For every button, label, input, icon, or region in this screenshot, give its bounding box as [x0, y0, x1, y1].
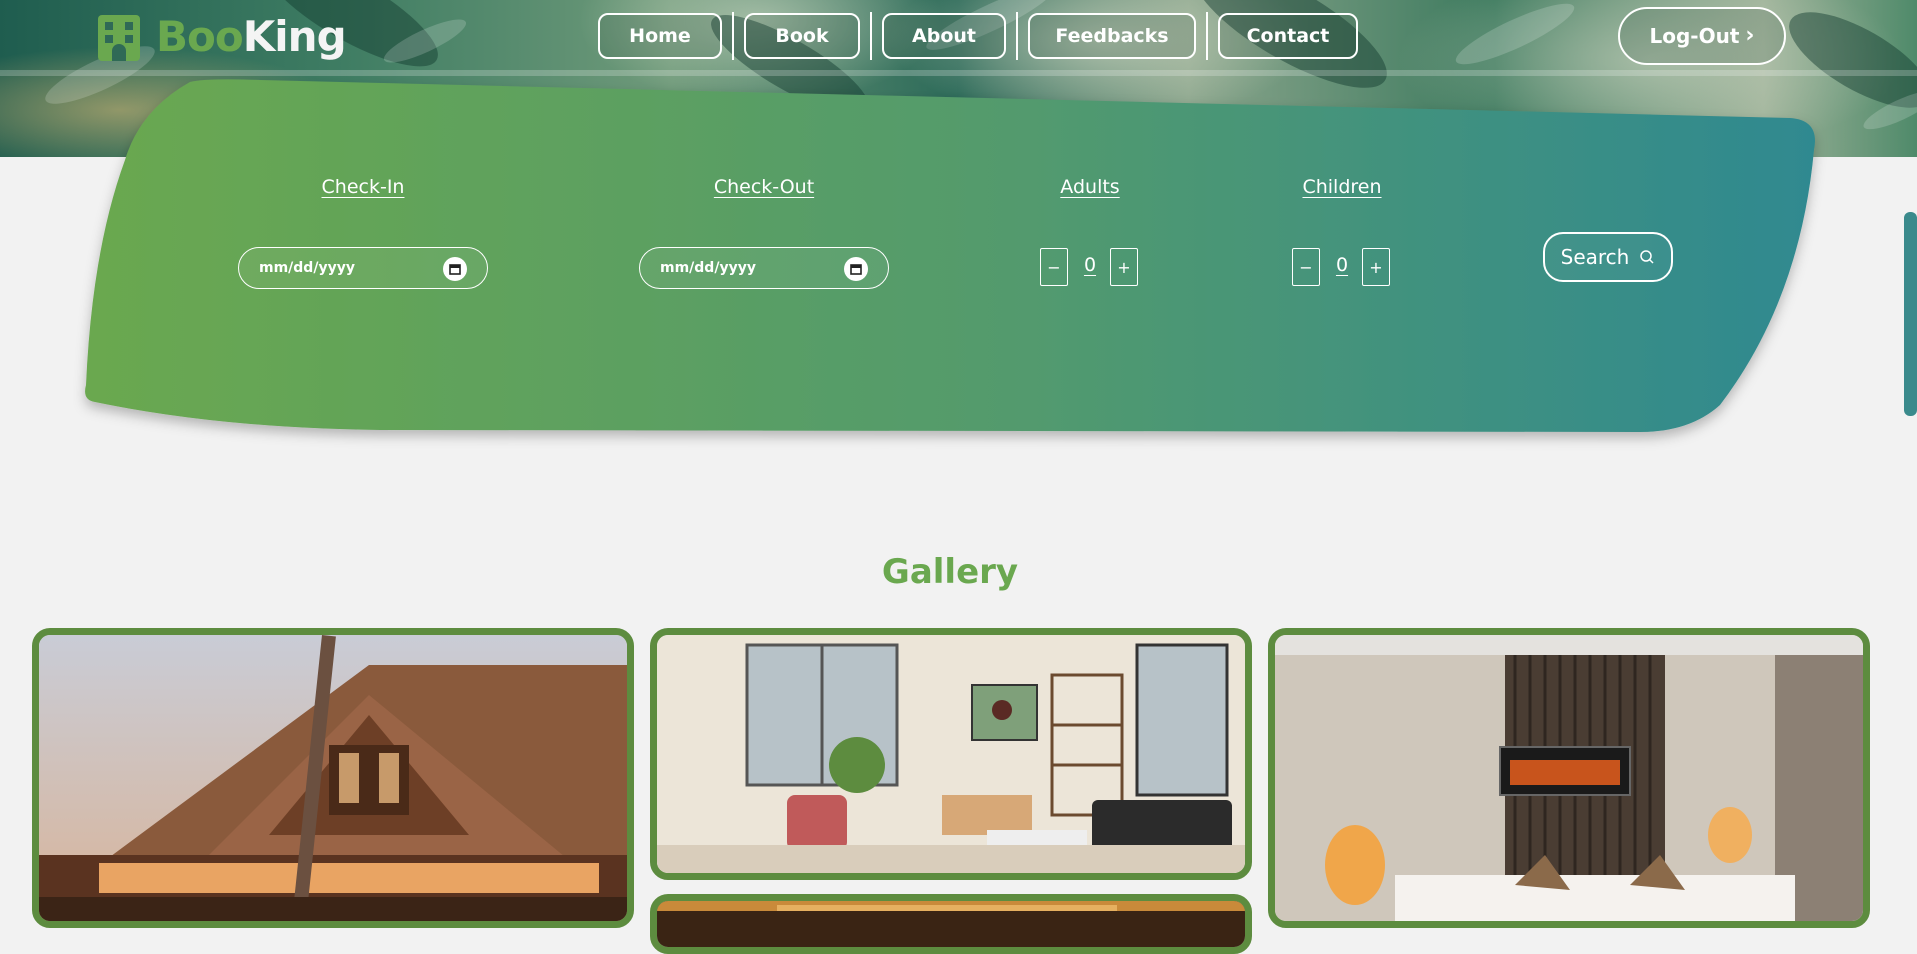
brand-name: BooKing — [156, 12, 347, 61]
adults-increment-button[interactable]: + — [1110, 248, 1138, 286]
hotel-building-icon — [98, 15, 140, 61]
children-increment-button[interactable]: + — [1362, 248, 1390, 286]
gallery-image-hotel-bedroom[interactable] — [1268, 628, 1870, 928]
search-button[interactable]: Search — [1543, 232, 1673, 282]
children-label: Children — [1302, 176, 1382, 198]
hotel-bedroom-photo — [1275, 635, 1863, 921]
search-icon — [1640, 250, 1654, 264]
checkin-placeholder: mm/dd/yyyy — [259, 260, 355, 276]
gallery-image-living-room[interactable] — [650, 628, 1252, 880]
nav-feedbacks-button[interactable]: Feedbacks — [1028, 13, 1196, 59]
search-label: Search — [1560, 245, 1630, 269]
main-nav: Home Book About Feedbacks Contact — [598, 12, 1358, 60]
checkout-label: Check-Out — [713, 176, 815, 198]
living-room-photo — [657, 635, 1245, 873]
checkin-date-input[interactable]: mm/dd/yyyy — [238, 247, 488, 289]
nav-book-button[interactable]: Book — [744, 13, 860, 59]
nav-divider — [1206, 12, 1208, 60]
checkin-label: Check-In — [321, 176, 405, 198]
children-decrement-button[interactable]: − — [1292, 248, 1320, 286]
lounge-photo — [657, 901, 1245, 947]
scrollbar-thumb[interactable] — [1904, 212, 1917, 416]
checkout-date-input[interactable]: mm/dd/yyyy — [639, 247, 889, 289]
resort-house-photo — [39, 635, 627, 921]
nav-about-button[interactable]: About — [882, 13, 1006, 59]
adults-decrement-button[interactable]: − — [1040, 248, 1068, 286]
gallery-image-lounge[interactable] — [650, 894, 1252, 954]
gallery-image-resort-house[interactable] — [32, 628, 634, 928]
nav-contact-button[interactable]: Contact — [1218, 13, 1358, 59]
children-value[interactable]: 0 — [1332, 254, 1352, 276]
brand-logo[interactable]: BooKing — [96, 12, 347, 62]
adults-label: Adults — [1060, 176, 1120, 198]
calendar-icon[interactable] — [443, 257, 467, 281]
calendar-icon[interactable] — [844, 257, 868, 281]
gallery-title: Gallery — [881, 552, 1019, 592]
nav-home-button[interactable]: Home — [598, 13, 722, 59]
adults-value[interactable]: 0 — [1080, 254, 1100, 276]
logout-label: Log-Out — [1649, 24, 1740, 48]
nav-divider — [1016, 12, 1018, 60]
nav-divider — [732, 12, 734, 60]
logout-button[interactable]: Log-Out › — [1618, 7, 1786, 65]
nav-divider — [870, 12, 872, 60]
chevron-right-icon: › — [1745, 23, 1755, 48]
checkout-placeholder: mm/dd/yyyy — [660, 260, 756, 276]
